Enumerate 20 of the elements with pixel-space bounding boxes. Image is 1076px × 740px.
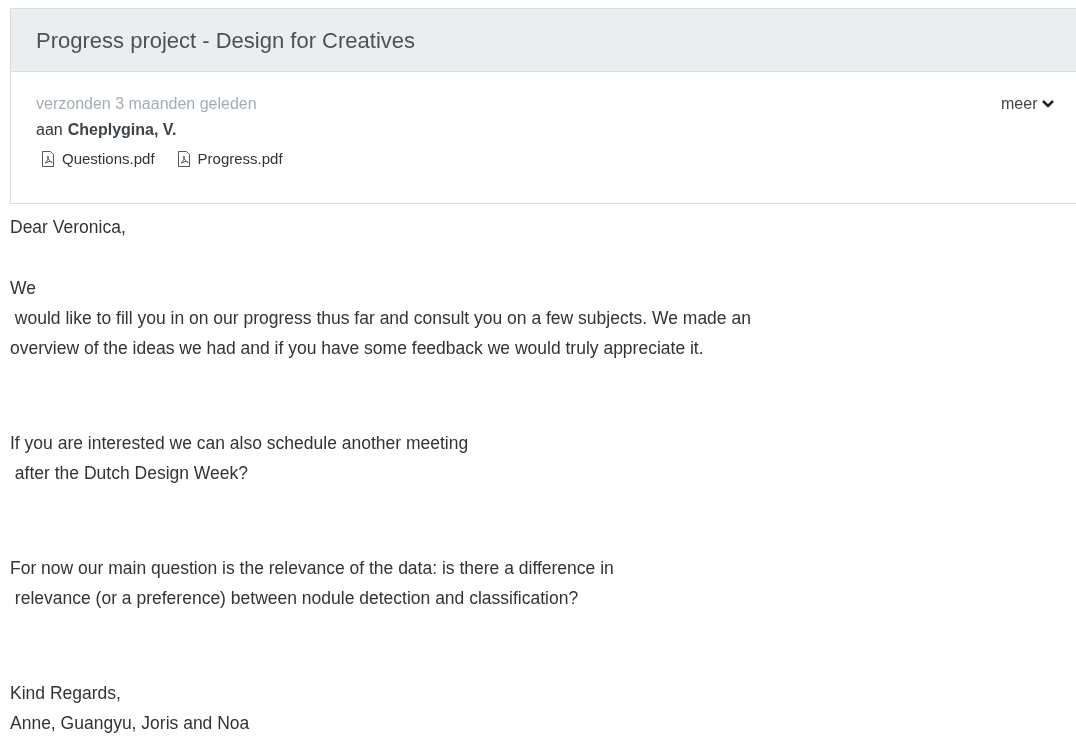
- body-text-line: If you are interested we can also schedule another meeting: [10, 432, 469, 455]
- pdf-file-icon: [176, 151, 191, 168]
- body-text-line: Kind Regards,: [10, 682, 121, 705]
- body-text-line: would like to fill you in on our progress thus far and consult you on a few subjects. We made an: [13, 307, 751, 330]
- body-text-line: Anne, Guangyu, Joris and Noa: [10, 712, 250, 735]
- body-text-line: after the Dutch Design Week?: [13, 462, 248, 485]
- body-text-line: relevance (or a preference) between nodule detection and classification?: [13, 587, 579, 610]
- attachment-link[interactable]: Questions.pdf: [41, 148, 155, 171]
- attachment-link[interactable]: Progress.pdf: [176, 148, 283, 171]
- recipient-name: Cheplygina, V.: [67, 120, 177, 140]
- more-button[interactable]: meer: [1001, 92, 1056, 116]
- body-text-line: Dear Veronica,: [10, 216, 126, 239]
- email-subject: Progress project - Design for Creatives: [36, 26, 416, 55]
- chevron-down-icon: [1041, 99, 1056, 109]
- recipient-prefix: aan: [36, 120, 63, 140]
- sent-time: verzonden 3 maanden geleden: [36, 94, 257, 114]
- body-text-line: overview of the ideas we had and if you have some feedback we would truly appreciate it.: [10, 337, 704, 360]
- body-text-line: We: [10, 277, 36, 300]
- pdf-file-icon: [41, 151, 55, 168]
- body-text-line: For now our main question is the relevance of the data: is there a difference in: [10, 557, 614, 580]
